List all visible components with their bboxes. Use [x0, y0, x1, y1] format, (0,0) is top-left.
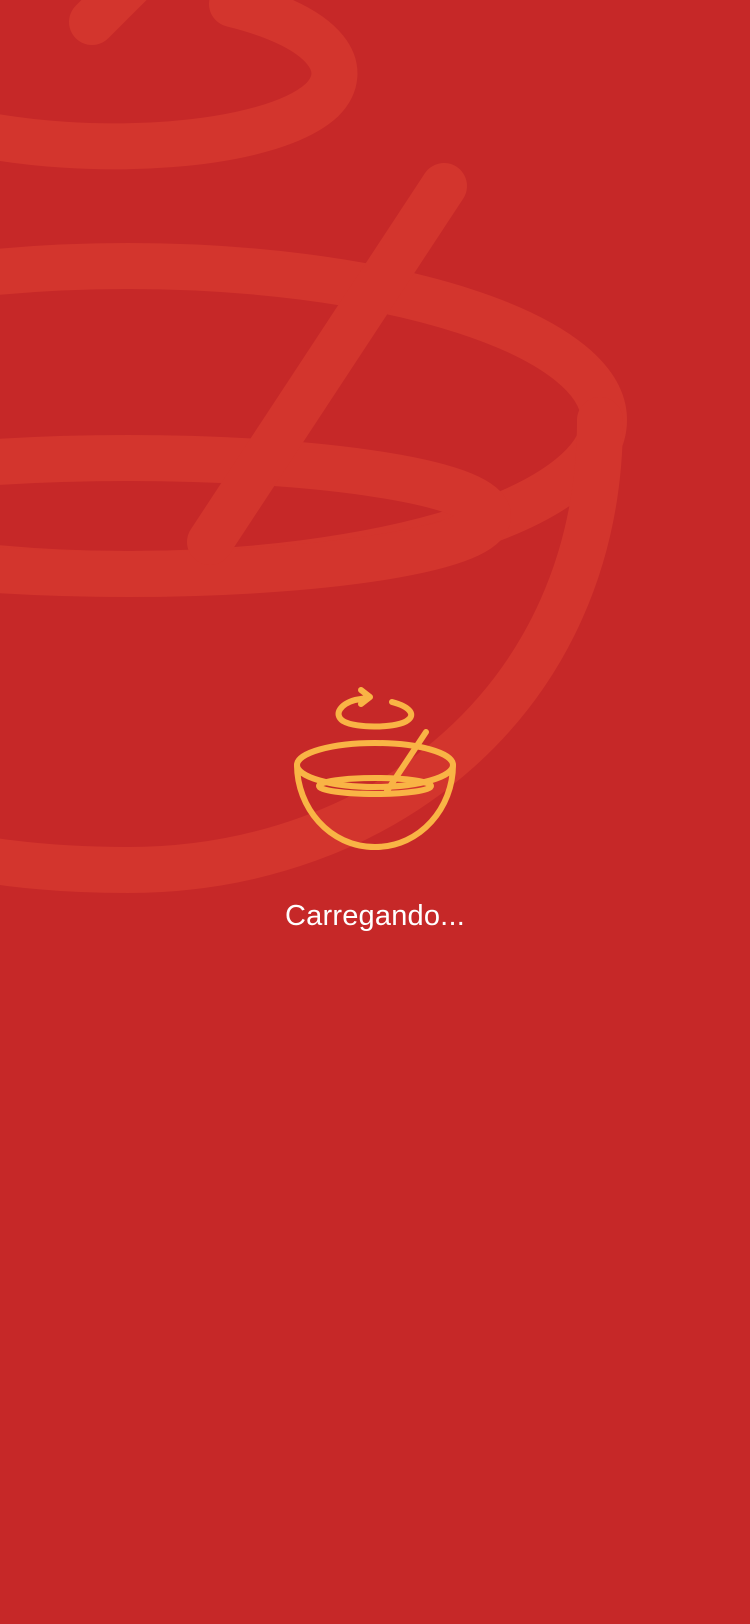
loading-screen: Carregando... — [0, 0, 750, 1624]
loading-text: Carregando... — [285, 900, 465, 932]
mixing-bowl-icon — [294, 687, 456, 850]
